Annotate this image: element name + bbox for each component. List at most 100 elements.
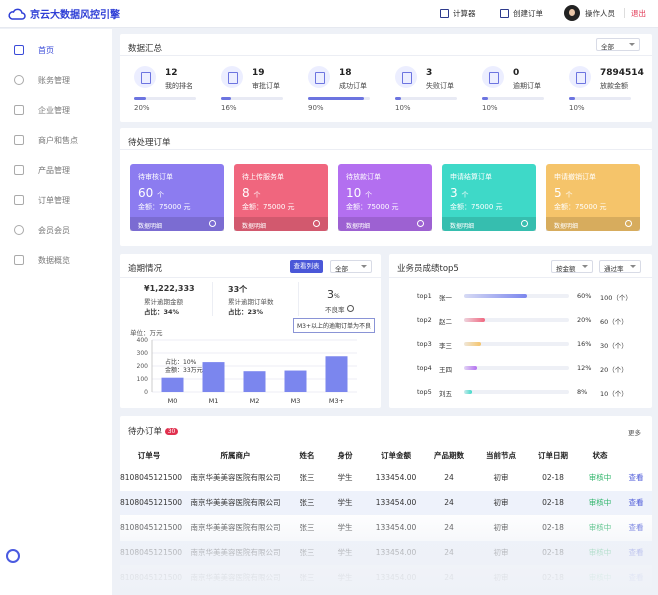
table-header-cell: 当前节点 (486, 451, 516, 460)
ranking-row[interactable]: top4 王四 12% 20（个） (389, 362, 652, 376)
chart-bar (202, 362, 225, 392)
bar-chart-icon (14, 255, 24, 265)
stat-progress (308, 97, 370, 100)
logout-link[interactable]: 退出 (631, 8, 646, 19)
bad-rate-label: 不良率 (325, 304, 354, 314)
stat-progress-fill (134, 97, 147, 100)
stat-progress (569, 97, 631, 100)
ranking-name: 赵二 (439, 318, 452, 326)
sidebar-item-products[interactable]: 产品管理 (0, 155, 112, 185)
ranking-name: 李三 (439, 342, 452, 350)
building-icon (14, 105, 24, 115)
view-link[interactable]: 查看 (625, 466, 647, 490)
stat-percent: 10% (395, 104, 411, 112)
divider (389, 277, 652, 278)
stat-percent: 90% (308, 104, 324, 112)
calculator-icon (440, 9, 449, 18)
todo-title: 待办订单 30 (128, 425, 179, 437)
bar-tooltip-ratio: 占比：10% (165, 359, 197, 366)
ranking-row[interactable]: top5 刘五 8% 10（个） (389, 386, 652, 400)
fade-overlay (112, 510, 658, 595)
ranking-row[interactable]: top2 赵二 20% 60（个） (389, 314, 652, 328)
loading-indicator (6, 549, 20, 563)
app-title: 京云大数据风控引擎 (30, 10, 120, 21)
table-header-cell: 所属商户 (220, 451, 251, 460)
stat-icon (482, 66, 504, 88)
help-icon[interactable] (346, 305, 354, 312)
tile-title: 待审核订单 (138, 173, 173, 181)
table-header-cell: 身份 (337, 451, 353, 460)
ranking-row[interactable]: top1 张一 60% 100（个） (389, 290, 652, 304)
tile-title: 申请撤销订单 (554, 173, 596, 181)
chart-bar (284, 370, 307, 392)
tile-detail-link[interactable]: 数据明细 (546, 217, 640, 231)
divider (120, 277, 381, 278)
table-cell: 南京华美美容医院有限公司 (190, 473, 281, 482)
tile-count: 10 个 (346, 186, 373, 200)
sidebar-item-enterprise[interactable]: 企业管理 (0, 95, 112, 125)
tile-detail-link[interactable]: 数据明细 (338, 217, 432, 231)
sidebar-item-members[interactable]: 会员会员 (0, 215, 112, 245)
sidebar-item-accounting[interactable]: 账务管理 (0, 65, 112, 95)
ranking-percent: 60% (577, 292, 592, 300)
tile-amount: 金额：75000 元 (242, 203, 295, 211)
view-list-button[interactable]: 查看列表 (290, 260, 323, 273)
sidebar-item-label: 商户和售点 (38, 135, 78, 145)
pending-tile[interactable]: 待审核订单 60 个金额：75000 元数据明细 (130, 164, 224, 231)
stat-label: 失败订单 (426, 82, 454, 90)
ranking-rate-select[interactable]: 通过率 (599, 260, 641, 273)
ranking-card: 业务员成绩top5 按金额 通过率 (389, 254, 652, 408)
ranking-rank: top1 (417, 292, 432, 300)
tile-detail-link[interactable]: 数据明细 (442, 217, 536, 231)
table-cell: 24 (444, 473, 454, 482)
create-order-button[interactable]: 创建订单 (500, 8, 543, 19)
sidebar-item-orders[interactable]: 订单管理 (0, 185, 112, 215)
overdue-amount-ratio: 占比：34% (144, 308, 180, 316)
ranking-bar (464, 390, 569, 394)
stat-value: 3 (426, 68, 433, 78)
overdue-count-label: 累计逾期订单数 (228, 298, 274, 306)
tile-detail-link[interactable]: 数据明细 (130, 217, 224, 231)
ranking-row[interactable]: top3 李三 16% 30（个） (389, 338, 652, 352)
app-logo[interactable]: 京云大数据风控引擎 (8, 6, 120, 21)
pending-tile[interactable]: 待上传服务单 8 个金额：75000 元数据明细 (234, 164, 328, 231)
stat-value: 19 (252, 68, 265, 78)
pending-tile[interactable]: 待放款订单 10 个金额：75000 元数据明细 (338, 164, 432, 231)
bar-tooltip-amount: 金额：33万元 (165, 367, 203, 374)
stat-percent: 10% (569, 104, 585, 112)
ranking-metric-value: 按金额 (556, 265, 576, 273)
arrow-right-icon (313, 220, 320, 227)
tile-unit: 个 (461, 191, 469, 199)
divider (120, 149, 652, 150)
calculator-button[interactable]: 计算器 (440, 8, 476, 19)
tile-count: 60 个 (138, 186, 165, 200)
logout-label: 退出 (631, 9, 646, 18)
sidebar-item-overview[interactable]: 数据概览 (0, 245, 112, 275)
summary-filter-select[interactable]: 全部 (596, 38, 640, 51)
stat-progress (221, 97, 283, 100)
table-row[interactable]: 8108045121500 南京华美美容医院有限公司 张三 学生 133454.00 24… (120, 466, 652, 490)
avatar[interactable] (564, 5, 580, 21)
sidebar-item-home[interactable]: 首页 (0, 35, 112, 65)
stat-progress-fill (569, 97, 576, 100)
document-icon (14, 195, 24, 205)
ranking-percent: 20% (577, 316, 592, 324)
ranking-metric-select[interactable]: 按金额 (551, 260, 593, 273)
stat-value: 7894514 (600, 68, 644, 78)
overdue-filter-select[interactable]: 全部 (330, 260, 372, 273)
tile-detail-link[interactable]: 数据明细 (234, 217, 328, 231)
operator-name[interactable]: 操作人员 (585, 8, 615, 19)
tile-unit: 个 (565, 191, 573, 199)
sidebar-item-label: 账务管理 (38, 75, 70, 85)
sidebar-item-merchants[interactable]: 商户和售点 (0, 125, 112, 155)
chart-bar (325, 356, 348, 392)
table-cell: 学生 (337, 473, 353, 482)
todo-more-link[interactable]: 更多 (628, 427, 641, 437)
stat-value: 0 (513, 68, 520, 78)
chevron-circle-icon (14, 225, 24, 235)
tile-unit: 个 (253, 191, 261, 199)
arrow-right-icon (417, 220, 424, 227)
pending-tile[interactable]: 申请结算订单 3 个金额：75000 元数据明细 (442, 164, 536, 231)
pending-tile[interactable]: 申请撤销订单 5 个金额：75000 元数据明细 (546, 164, 640, 231)
bar-tooltip: 占比：10% 金额：33万元 (165, 359, 203, 375)
